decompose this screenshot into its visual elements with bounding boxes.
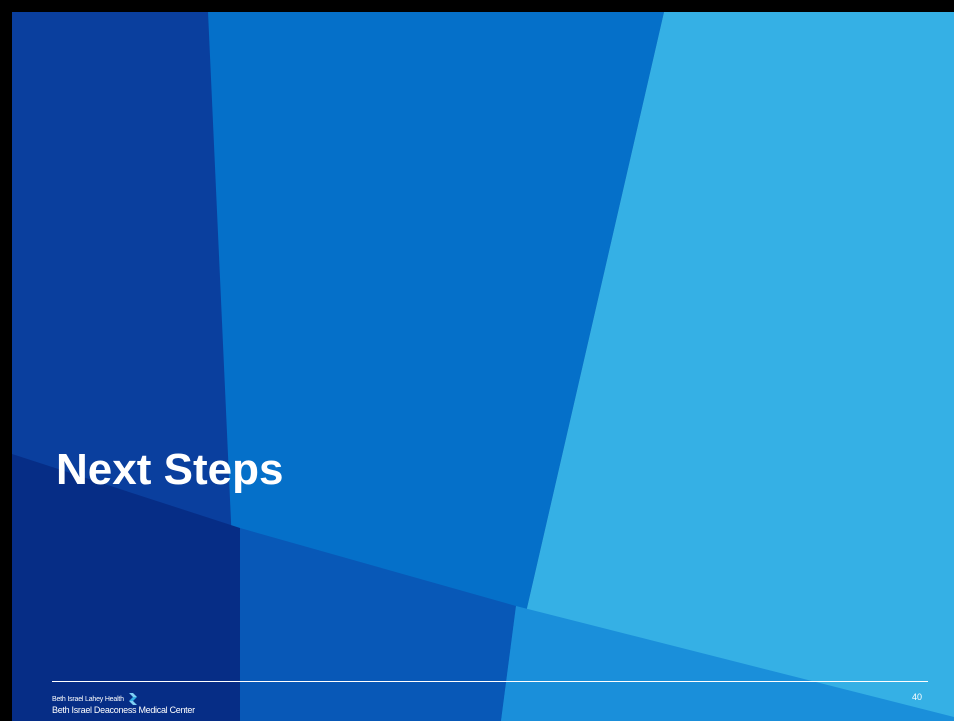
bidmc-logo: Beth Israel Lahey Health Beth Israel Dea… bbox=[52, 693, 195, 716]
slide-title: Next Steps bbox=[56, 445, 284, 494]
slide-number: 40 bbox=[911, 692, 922, 702]
logo-parent-name: Beth Israel Lahey Health bbox=[52, 695, 124, 703]
footer-divider bbox=[52, 681, 928, 682]
logo-center-name: Beth Israel Deaconess Medical Center bbox=[52, 705, 195, 715]
logo-top-row: Beth Israel Lahey Health bbox=[52, 693, 195, 705]
background-shapes bbox=[12, 12, 954, 721]
bilh-arrow-logo-icon bbox=[128, 693, 137, 705]
title-slide: Next Steps 40 Beth Israel Lahey Health B… bbox=[12, 12, 954, 721]
